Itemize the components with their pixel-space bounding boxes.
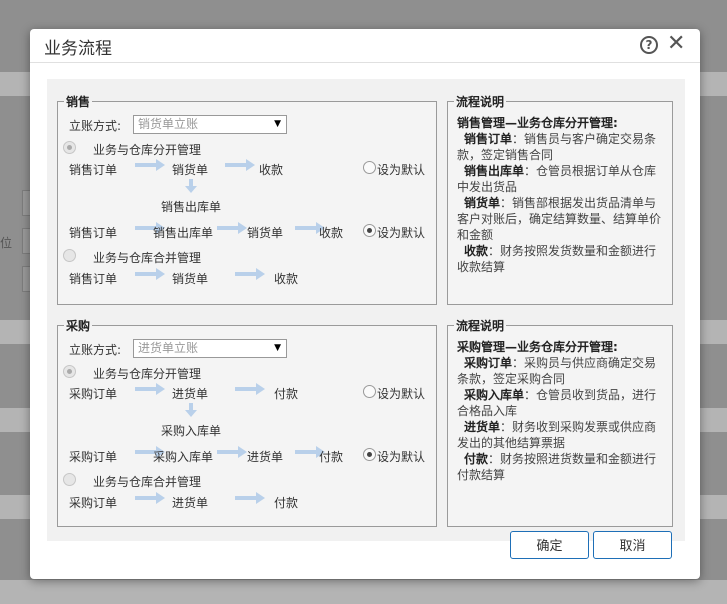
sales-default-label-1: 设为默认	[377, 163, 426, 177]
purchase-flow2-step4: 付款	[319, 450, 344, 464]
arrow-right-icon	[135, 492, 165, 504]
sales-default-label-2: 设为默认	[377, 226, 426, 240]
sales-separate-radio[interactable]	[63, 141, 76, 154]
sales-warehouse-doc: 销售出库单	[161, 200, 222, 214]
sales-desc-heading: 销售管理—业务仓库分开管理:	[457, 116, 618, 130]
dialog-content: 销售 立账方式: 销货单立账 ▼ 业务与仓库分开管理 销售订单 销货单 收款 设…	[47, 79, 685, 541]
purchase-desc-item: 采购入库单：仓管员收到货品，进行合格品入库	[457, 388, 657, 418]
sales-flow1-step1: 销售订单	[69, 163, 118, 177]
arrow-down-icon	[185, 179, 197, 193]
sales-flow1-step3: 收款	[259, 163, 284, 177]
sales-flow3-step2: 销货单	[172, 272, 209, 286]
purchase-flow3-step3: 付款	[274, 496, 299, 510]
purchase-account-label: 立账方式:	[69, 343, 122, 357]
sales-separate-label: 业务与仓库分开管理	[93, 143, 202, 157]
sales-desc-item: 销货单：销售部根据发出货品清单与客户对账后，确定结算数量、结算单价和金额	[457, 196, 662, 242]
purchase-flow1-step1: 采购订单	[69, 387, 118, 401]
sales-account-select[interactable]: 销货单立账 ▼	[133, 115, 287, 134]
purchase-flow2-step2: 采购入库单	[153, 450, 214, 464]
sales-merged-radio[interactable]	[63, 249, 76, 262]
sales-flow2-step1: 销售订单	[69, 226, 118, 240]
arrow-right-icon	[135, 383, 165, 395]
purchase-desc-item: 进货单：财务收到采购发票或供应商发出的其他结算票据	[457, 420, 657, 450]
sales-flow2-step2: 销售出库单	[153, 226, 214, 240]
purchase-default-label-2: 设为默认	[377, 450, 426, 464]
purchase-separate-radio[interactable]	[63, 365, 76, 378]
close-icon[interactable]: ✕	[667, 32, 685, 56]
dialog-title: 业务流程	[44, 39, 112, 59]
sales-default-radio-1[interactable]	[363, 161, 376, 174]
purchase-flow2-step3: 进货单	[247, 450, 284, 464]
sales-desc-item: 销售出库单：仓管员根据订单从仓库中发出货品	[457, 164, 657, 194]
purchase-desc-heading: 采购管理—业务仓库分开管理:	[457, 340, 618, 354]
chevron-down-icon: ▼	[274, 343, 281, 353]
arrow-right-icon	[235, 383, 265, 395]
purchase-merged-radio[interactable]	[63, 473, 76, 486]
arrow-right-icon	[135, 268, 165, 280]
ok-button[interactable]: 确定	[510, 531, 589, 559]
sales-desc-item: 收款：财务按照发货数量和金额进行收款结算	[457, 244, 657, 274]
sales-flow3-step3: 收款	[274, 272, 299, 286]
help-icon[interactable]: ?	[640, 36, 658, 54]
arrow-right-icon	[217, 222, 247, 234]
purchase-flow1-step2: 进货单	[172, 387, 209, 401]
chevron-down-icon: ▼	[274, 119, 281, 129]
arrow-right-icon	[217, 446, 247, 458]
purchase-account-value: 进货单立账	[138, 341, 199, 355]
sales-flow3-step1: 销售订单	[69, 272, 118, 286]
business-flow-dialog: 业务流程 ? ✕ 销售 立账方式: 销货单立账 ▼ 业务与仓库分开管理 销售订单…	[30, 29, 700, 579]
purchase-default-radio-1[interactable]	[363, 385, 376, 398]
sales-merged-label: 业务与仓库合并管理	[93, 251, 202, 265]
purchase-warehouse-doc: 采购入库单	[161, 424, 222, 438]
purchase-merged-label: 业务与仓库合并管理	[93, 475, 202, 489]
sales-account-label: 立账方式:	[69, 119, 122, 133]
sales-default-radio-2[interactable]	[363, 224, 376, 237]
sales-desc-item: 销售订单：销售员与客户确定交易条款，签定销售合同	[457, 132, 657, 162]
background-row	[0, 580, 727, 604]
arrow-right-icon	[225, 159, 255, 171]
sales-desc-legend: 流程说明	[456, 95, 505, 109]
purchase-default-label-1: 设为默认	[377, 387, 426, 401]
purchase-flow3-step2: 进货单	[172, 496, 209, 510]
sales-flow2-step4: 收款	[319, 226, 344, 240]
purchase-legend: 采购	[66, 319, 91, 333]
purchase-default-radio-2[interactable]	[363, 448, 376, 461]
purchase-flow2-step1: 采购订单	[69, 450, 118, 464]
sales-desc-text: 销售管理—业务仓库分开管理: 销售订单：销售员与客户确定交易条款，签定销售合同 …	[457, 115, 663, 275]
sales-legend: 销售	[66, 95, 91, 109]
purchase-desc-item: 付款：财务按照进货数量和金额进行付款结算	[457, 452, 657, 482]
purchase-account-select[interactable]: 进货单立账 ▼	[133, 339, 287, 358]
sales-flow2-step3: 销货单	[247, 226, 284, 240]
arrow-down-icon	[185, 403, 197, 417]
cancel-button[interactable]: 取消	[593, 531, 672, 559]
purchase-desc-text: 采购管理—业务仓库分开管理: 采购订单：采购员与供应商确定交易条款，签定采购合同…	[457, 339, 663, 483]
sales-flow1-step2: 销货单	[172, 163, 209, 177]
purchase-separate-label: 业务与仓库分开管理	[93, 367, 202, 381]
purchase-desc-legend: 流程说明	[456, 319, 505, 333]
arrow-right-icon	[235, 268, 265, 280]
purchase-flow3-step1: 采购订单	[69, 496, 118, 510]
purchase-desc-item: 采购订单：采购员与供应商确定交易条款，签定采购合同	[457, 356, 657, 386]
arrow-right-icon	[135, 159, 165, 171]
sales-account-value: 销货单立账	[138, 117, 199, 131]
purchase-flow1-step3: 付款	[274, 387, 299, 401]
arrow-right-icon	[235, 492, 265, 504]
dialog-header: 业务流程 ? ✕	[30, 29, 700, 63]
background-label: 位	[0, 236, 13, 250]
